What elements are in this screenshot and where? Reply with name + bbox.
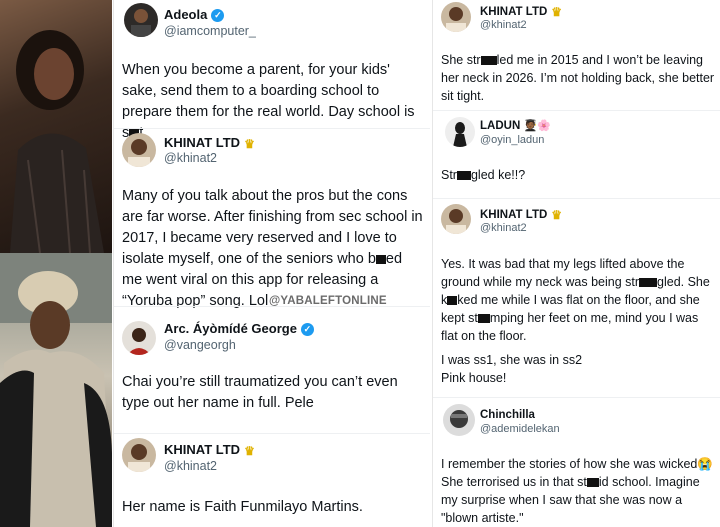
tweet-text: Yes. It was bad that my legs lifted abov…	[441, 255, 717, 345]
author-handle[interactable]: @iamcomputer_	[164, 24, 256, 38]
tweet-text: Str gled ke!!?	[441, 166, 715, 184]
avatar[interactable]	[441, 204, 471, 234]
tweet-text: Chai you’re still traumatized you can’t …	[122, 374, 398, 411]
censor-bar	[447, 296, 458, 306]
author-handle[interactable]: @khinat2	[480, 19, 527, 31]
tweet-text: Her name is Faith Funmilayo Martins.	[122, 499, 363, 515]
name-emoji: 🧑🏾‍🎓🌸	[523, 120, 551, 132]
woman-portrait-image	[10, 30, 104, 253]
censor-bar	[639, 278, 658, 288]
author-name-text: KHINAT LTD	[480, 209, 548, 222]
crown-icon: ♛	[244, 136, 255, 151]
woman-headwrap-image	[0, 253, 112, 527]
verified-icon: ✓	[300, 323, 314, 337]
photo-bottom	[0, 253, 112, 527]
author-handle[interactable]: @khinat2	[164, 151, 217, 165]
censor-bar	[586, 478, 599, 488]
author-name[interactable]: Chinchilla	[480, 409, 535, 421]
tweet-text-part: She str	[441, 53, 481, 67]
censor-bar	[480, 56, 497, 66]
avatar[interactable]	[441, 2, 471, 32]
author-name-text: KHINAT LTD	[480, 6, 548, 19]
tweet-ladun: LADUN 🧑🏾‍🎓🌸 @oyin_ladun Str gled ke!!?	[433, 111, 720, 198]
author-name[interactable]: KHINAT LTD ♛	[480, 208, 562, 222]
censor-bar	[477, 314, 490, 324]
author-name-text: LADUN	[480, 120, 521, 132]
author-name[interactable]: KHINAT LTD ♛	[164, 442, 255, 458]
avatar[interactable]	[443, 404, 475, 436]
tweet-text-part: Str	[441, 168, 457, 182]
verified-icon: ✓	[211, 9, 225, 23]
tweet-khinat-1: KHINAT LTD ♛ @khinat2 Many of you talk ab…	[114, 129, 430, 309]
author-name[interactable]: Adeola ✓	[164, 7, 225, 23]
avatar[interactable]	[124, 3, 158, 37]
author-name[interactable]: KHINAT LTD ♛	[480, 5, 562, 19]
avatar[interactable]	[445, 117, 475, 147]
tweet-text: She str led me in 2015 and I won’t be lea…	[441, 51, 715, 105]
avatar[interactable]	[122, 321, 156, 355]
author-name-text: KHINAT LTD	[164, 442, 241, 457]
right-thread-column: KHINAT LTD ♛ @khinat2 She str led me in 20…	[432, 0, 720, 527]
tweet-adeola: Adeola ✓ @iamcomputer_ When you become a …	[114, 0, 430, 141]
tweet-chinchilla: Chinchilla @ademidelekan I remember the …	[433, 398, 720, 527]
author-name[interactable]: Arc. Áyòmídé George ✓	[164, 321, 314, 337]
crown-icon: ♛	[244, 443, 255, 458]
tweet-text: I remember the stories of how she was wi…	[441, 455, 715, 527]
author-name-text: Adeola	[164, 7, 208, 22]
author-name[interactable]: KHINAT LTD ♛	[164, 135, 255, 151]
author-name[interactable]: LADUN 🧑🏾‍🎓🌸	[480, 119, 551, 132]
censor-bar	[375, 254, 386, 264]
tweet-khinat-3: KHINAT LTD ♛ @khinat2 She str led me in 20…	[433, 0, 720, 110]
tweet-text: Many of you talk about the pros but the …	[122, 186, 426, 312]
crown-icon: ♛	[551, 208, 563, 222]
tweet-khinat-4: KHINAT LTD ♛ @khinat2 Yes. It was bad tha…	[433, 199, 720, 397]
crown-icon: ♛	[551, 5, 563, 19]
author-handle[interactable]: @vangeorgh	[164, 338, 236, 352]
censor-bar	[456, 171, 471, 181]
tweet-text-line: Pink house!	[441, 371, 507, 385]
tweet-text-line: I was ss1, she was in ss2	[441, 353, 583, 367]
author-handle[interactable]: @khinat2	[480, 222, 527, 234]
author-handle[interactable]: @oyin_ladun	[480, 134, 544, 146]
tweet-text-part: gled ke!!?	[470, 168, 526, 182]
tweet-ayomide: Arc. Áyòmídé George ✓ @vangeorgh Chai you…	[114, 307, 430, 433]
avatar[interactable]	[122, 133, 156, 167]
author-name-text: Arc. Áyòmídé George	[164, 321, 297, 336]
tweet-khinat-2: KHINAT LTD ♛ @khinat2 Her name is Faith F…	[114, 434, 430, 527]
middle-thread-column: Adeola ✓ @iamcomputer_ When you become a …	[113, 0, 430, 527]
author-name-text: KHINAT LTD	[164, 135, 241, 150]
photo-top	[0, 0, 112, 253]
avatar[interactable]	[122, 438, 156, 472]
author-handle[interactable]: @ademidelekan	[480, 423, 560, 435]
author-handle[interactable]: @khinat2	[164, 459, 217, 473]
